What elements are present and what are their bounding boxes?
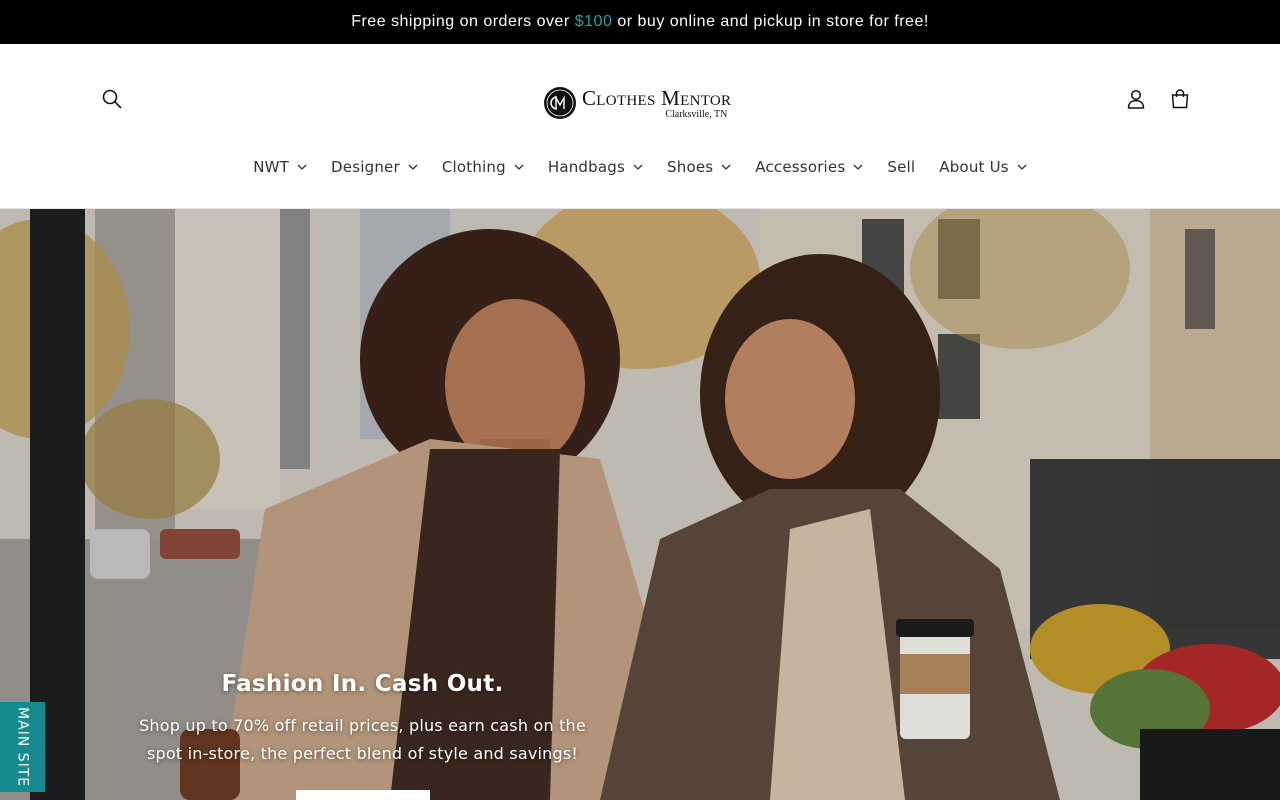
account-button[interactable] xyxy=(1119,82,1153,116)
nav-item-designer[interactable]: Designer xyxy=(327,158,422,176)
main-site-label: MAIN SITE xyxy=(14,706,31,788)
nav-item-label: Handbags xyxy=(547,158,626,176)
nav-item-shoes[interactable]: Shoes xyxy=(663,158,735,176)
chevron-down-icon xyxy=(514,164,524,170)
monogram-logo-icon xyxy=(544,87,576,119)
chevron-down-icon xyxy=(1017,164,1027,170)
chevron-down-icon xyxy=(633,164,643,170)
cart-icon xyxy=(1171,89,1189,109)
logo-name: Clothes Mentor xyxy=(582,85,732,110)
hero-title: Fashion In. Cash Out. xyxy=(221,671,504,697)
site-header: Clothes Mentor Clarksville, TN NWT Desig… xyxy=(0,44,1280,209)
nav-item-sell[interactable]: Sell xyxy=(883,158,919,176)
nav-item-label: Sell xyxy=(887,158,916,176)
main-site-tab[interactable]: MAIN SITE xyxy=(0,702,45,792)
nav-item-accessories[interactable]: Accessories xyxy=(751,158,867,176)
announcement-text-after: or buy online and pickup in store for fr… xyxy=(617,13,929,30)
nav-item-about-us[interactable]: About Us xyxy=(935,158,1031,176)
nav-item-label: About Us xyxy=(939,158,1009,176)
hero-banner: Fashion In. Cash Out. Shop up to 70% off… xyxy=(0,209,1280,800)
user-icon xyxy=(1127,89,1145,109)
nav-item-label: NWT xyxy=(253,158,290,176)
announcement-bar: Free shipping on orders over $100 or buy… xyxy=(0,0,1280,44)
cart-button[interactable] xyxy=(1163,82,1197,116)
announcement-text-before: Free shipping on orders over xyxy=(351,13,570,30)
nav-item-nwt[interactable]: NWT xyxy=(249,158,311,176)
main-navigation: NWT Designer Clothing Handbags Shoes Acc… xyxy=(0,156,1280,178)
chevron-down-icon xyxy=(408,164,418,170)
announcement-amount: $100 xyxy=(574,13,613,30)
nav-item-label: Designer xyxy=(331,158,400,176)
hero-button[interactable] xyxy=(296,790,430,800)
search-icon xyxy=(102,89,122,109)
search-button[interactable] xyxy=(95,82,129,116)
nav-item-label: Accessories xyxy=(755,158,846,176)
chevron-down-icon xyxy=(721,164,731,170)
nav-item-handbags[interactable]: Handbags xyxy=(544,158,647,176)
nav-item-label: Shoes xyxy=(667,158,714,176)
hero-description: Shop up to 70% off retail prices, plus e… xyxy=(139,716,586,763)
site-logo[interactable]: Clothes Mentor Clarksville, TN xyxy=(543,82,743,124)
nav-item-label: Clothing xyxy=(441,158,506,176)
nav-item-clothing[interactable]: Clothing xyxy=(438,158,528,176)
logo-location: Clarksville, TN xyxy=(665,108,728,120)
chevron-down-icon xyxy=(853,164,863,170)
chevron-down-icon xyxy=(297,164,307,170)
